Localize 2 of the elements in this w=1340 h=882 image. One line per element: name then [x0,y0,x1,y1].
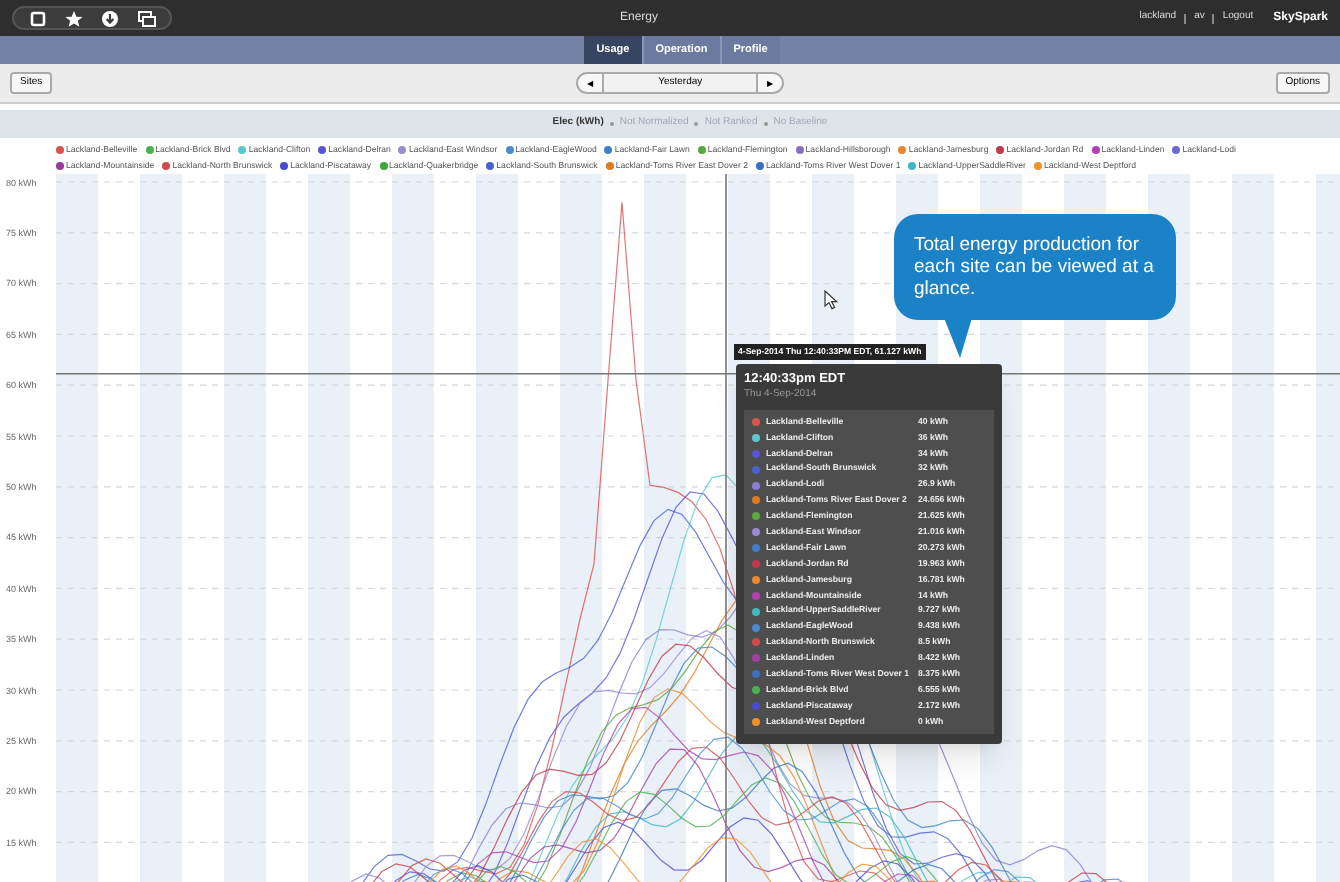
callout-text: Total energy production for each site can be viewed at a glance. [914,234,1156,300]
mouse-pointer-icon [824,290,838,310]
